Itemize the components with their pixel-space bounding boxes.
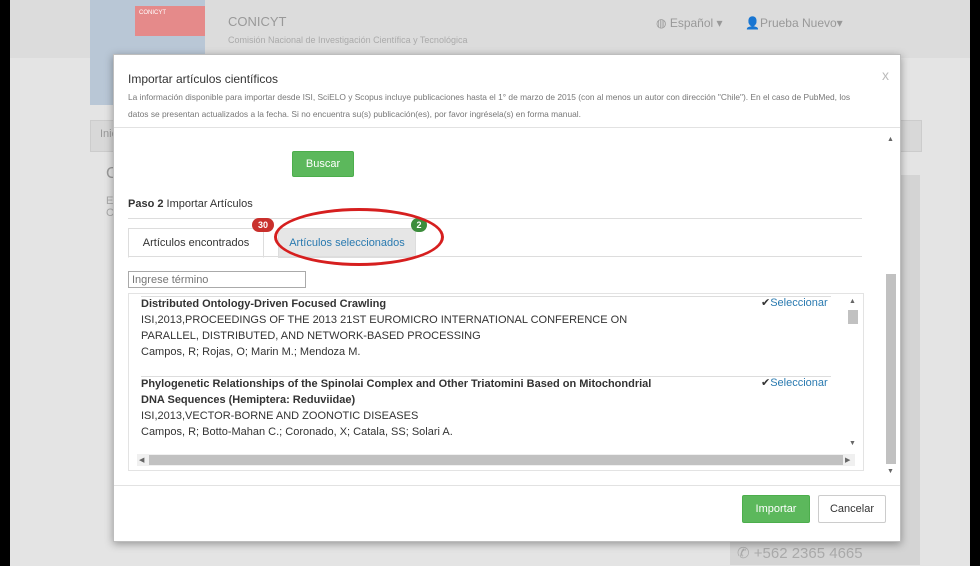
article-authors: Campos, R; Rojas, O; Marin M.; Mendoza M… xyxy=(141,346,361,358)
article-title-cont: DNA Sequences (Hemiptera: Reduviidae) xyxy=(141,394,356,406)
site-subtitle: Comisión Nacional de Investigación Cient… xyxy=(228,35,468,45)
contact-phone: ✆ +562 2365 4665 xyxy=(737,545,863,562)
article-source: ISI,2013,PROCEEDINGS OF THE 2013 21ST EU… xyxy=(141,314,628,326)
scroll-down-icon[interactable]: ▼ xyxy=(887,468,894,475)
language-menu[interactable]: ◍ Español ▾ xyxy=(656,16,723,30)
globe-icon: ◍ xyxy=(656,16,670,30)
site-title: CONICYT xyxy=(228,14,287,29)
scroll-thumb[interactable] xyxy=(886,274,896,464)
select-article-button[interactable]: ✔Seleccionar xyxy=(761,296,828,309)
user-menu[interactable]: 👤Prueba Nuevo▾ xyxy=(745,16,843,30)
filter-input[interactable] xyxy=(128,271,306,288)
divider xyxy=(114,485,900,486)
found-count-badge: 30 xyxy=(252,218,274,232)
list-horizontal-scrollbar[interactable]: ◀ ▶ xyxy=(137,454,855,466)
user-name: Prueba Nuevo xyxy=(759,16,837,30)
list-vertical-scrollbar[interactable]: ▲ ▼ xyxy=(847,298,859,448)
check-icon: ✔ xyxy=(761,297,771,309)
article-source: ISI,2013,VECTOR-BORNE AND ZOONOTIC DISEA… xyxy=(141,410,419,422)
article-title: Phylogenetic Relationships of the Spinol… xyxy=(141,378,652,390)
tabs-underline xyxy=(128,256,862,257)
import-button[interactable]: Importar xyxy=(742,495,810,523)
list-item: Distributed Ontology-Driven Focused Craw… xyxy=(141,296,731,360)
scroll-down-icon[interactable]: ▼ xyxy=(849,440,856,447)
language-label: Español xyxy=(669,16,714,30)
articles-list: Distributed Ontology-Driven Focused Craw… xyxy=(128,293,864,471)
check-icon: ✔ xyxy=(761,377,771,389)
divider xyxy=(128,218,862,219)
scroll-thumb[interactable] xyxy=(848,310,858,324)
tab-found-articles[interactable]: Artículos encontrados xyxy=(128,228,264,258)
chevron-down-icon: ▾ xyxy=(836,16,843,30)
screen-border-right xyxy=(970,0,980,566)
step-heading: Paso 2 Importar Artículos xyxy=(128,198,253,210)
article-source-cont: PARALLEL, DISTRIBUTED, AND NETWORK-BASED… xyxy=(141,330,481,342)
cancel-button[interactable]: Cancelar xyxy=(818,495,886,523)
scroll-right-icon[interactable]: ▶ xyxy=(845,456,850,464)
screen-border-left xyxy=(0,0,10,566)
import-articles-modal: x Importar artículos científicos La info… xyxy=(113,54,901,542)
select-article-button[interactable]: ✔Seleccionar xyxy=(761,376,828,389)
scroll-up-icon[interactable]: ▲ xyxy=(849,298,856,305)
modal-title: Importar artículos científicos xyxy=(128,72,279,86)
user-icon: 👤 xyxy=(745,16,760,30)
modal-body: Buscar Paso 2 Importar Artículos Artícul… xyxy=(114,128,900,476)
scroll-thumb[interactable] xyxy=(149,455,843,465)
scroll-left-icon[interactable]: ◀ xyxy=(139,456,144,464)
chevron-down-icon: ▾ xyxy=(713,16,723,30)
article-authors: Campos, R; Botto-Mahan C.; Coronado, X; … xyxy=(141,426,453,438)
search-button[interactable]: Buscar xyxy=(292,151,354,177)
article-title: Distributed Ontology-Driven Focused Craw… xyxy=(141,298,387,310)
annotation-circle xyxy=(274,208,444,266)
logo-badge: CONICYT xyxy=(135,6,205,36)
list-item: Phylogenetic Relationships of the Spinol… xyxy=(141,376,731,440)
scroll-up-icon[interactable]: ▲ xyxy=(887,136,894,143)
phone-icon: ✆ xyxy=(737,545,754,562)
modal-description: La información disponible para importar … xyxy=(128,92,851,119)
close-icon[interactable]: x xyxy=(882,67,889,83)
modal-vertical-scrollbar[interactable]: ▲ ▼ xyxy=(885,136,897,476)
